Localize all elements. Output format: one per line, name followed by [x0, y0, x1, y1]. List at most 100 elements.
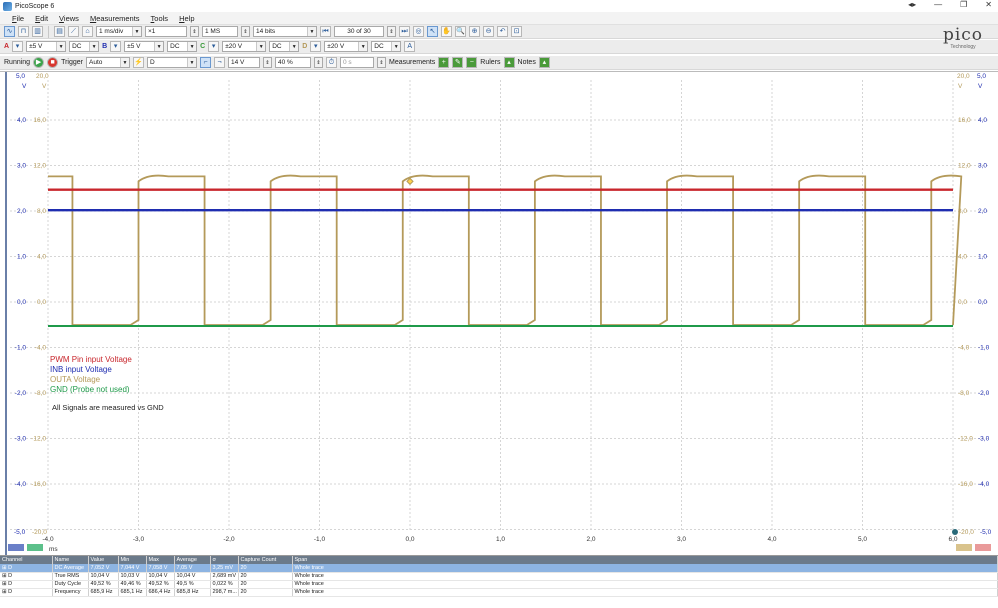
channel-a-options-icon[interactable]: ▾	[12, 41, 24, 52]
falling-edge-icon[interactable]: ¬	[214, 57, 225, 68]
delay-field[interactable]: 0 s	[340, 57, 374, 68]
scope-mode-icon[interactable]: ∿	[4, 26, 15, 37]
table-row[interactable]: ⊞ D Duty Cycle 49,52 % 49,46 % 49,52 % 49,5 %…	[0, 580, 998, 589]
spectrum-view-icon[interactable]: ▤	[54, 26, 65, 37]
stop-icon[interactable]: ■	[47, 57, 59, 68]
channel-b-options-icon[interactable]: ▾	[110, 41, 122, 52]
y-tick-label-a: 4,0	[17, 117, 26, 124]
table-row[interactable]: ⊞ D DC Average 7,052 V 7,044 V 7,058 V 7,05 V…	[0, 564, 998, 573]
y-tick-label-a: -3,0	[15, 436, 27, 443]
undo-zoom-icon[interactable]: ↶	[497, 26, 508, 37]
y-tick-label-c: 12,0	[33, 163, 46, 170]
table-row[interactable]: ⊞ D Frequency 685,9 Hz 685,1 Hz 686,4 Hz 685,…	[0, 588, 998, 597]
trigger-level-field[interactable]: 14 V	[228, 57, 260, 68]
resolution-select[interactable]: 14 bits ▼	[253, 26, 317, 37]
multiplier-spinner[interactable]: ⇕	[190, 26, 199, 37]
zoom-icon[interactable]: 🔍	[455, 26, 466, 37]
trigger-mode: Auto	[89, 59, 103, 66]
capture-index-field[interactable]: 30 of 30	[334, 26, 384, 37]
chevron-down-icon: ▼	[187, 58, 196, 67]
scope-view[interactable]: 4,0 3,0 2,0 1,0 0,0 -1,0 -2,0 -3,0 -4,0 16,0 12,0 8…	[0, 71, 998, 556]
samples-spinner[interactable]: ⇕	[241, 26, 250, 37]
channel-a-range-select[interactable]: ±5 V ▼	[26, 41, 67, 52]
table-cell: 0,022 %	[210, 580, 239, 589]
channel-d-label: D	[302, 43, 308, 50]
column-header[interactable]: Capture Count	[238, 556, 293, 564]
pointer-tool-icon[interactable]: ↖	[427, 26, 438, 37]
column-header[interactable]: σ	[210, 556, 239, 564]
rulers-toggle-icon[interactable]: ▴	[503, 57, 515, 68]
y-tick-label-b-right: 0,0	[978, 299, 987, 306]
y-tick-label-a: 3,0	[17, 163, 26, 170]
hand-tool-icon[interactable]: ✋	[441, 26, 452, 37]
auto-setup-icon[interactable]: A	[404, 41, 416, 52]
zoom-multiplier-select[interactable]: ×1	[145, 26, 187, 37]
channel-c-options-icon[interactable]: ▾	[208, 41, 220, 52]
menu-edit[interactable]: Edit	[35, 14, 48, 23]
rising-edge-icon[interactable]: ⌐	[200, 57, 211, 68]
samples-select[interactable]: 1 MS	[202, 26, 238, 37]
trigger-mode-select[interactable]: Auto ▼	[86, 57, 130, 68]
close-icon[interactable]: ✕	[985, 0, 992, 9]
y-tick-label-a: 1,0	[17, 254, 26, 261]
channel-d-options-icon[interactable]: ▾	[310, 41, 322, 52]
measurement-note: All Signals are measured vs GND	[52, 403, 164, 412]
column-header[interactable]: Max	[146, 556, 175, 564]
buffer-navigator-icon[interactable]: ◎	[413, 26, 424, 37]
timebase-select[interactable]: 1 ms/div ▼	[96, 26, 142, 37]
bottom-right-range-c: -20,0	[959, 529, 974, 536]
menu-views[interactable]: Views	[59, 14, 79, 23]
column-header[interactable]: Value	[88, 556, 119, 564]
spectrum-mode-icon[interactable]: ▥	[32, 26, 43, 37]
pretrigger-field[interactable]: 40 %	[275, 57, 311, 68]
legend-item-pwm: PWM Pin input Voltage	[50, 355, 132, 364]
maximize-icon[interactable]: ❐	[960, 0, 967, 9]
y-tick-label-c: -4,0	[35, 345, 47, 352]
channel-c-range-select[interactable]: ±20 V ▼	[222, 41, 267, 52]
menu-measurements[interactable]: Measurements	[90, 14, 140, 23]
trigger-source-select[interactable]: D ▼	[147, 57, 197, 68]
scope-graph[interactable]: 4,0 3,0 2,0 1,0 0,0 -1,0 -2,0 -3,0 -4,0 16,0 12,0 8…	[0, 72, 998, 556]
column-header[interactable]: Channel	[0, 556, 53, 564]
y-tick-label-b-right: 4,0	[978, 117, 987, 124]
table-cell: Duty Cycle	[52, 580, 89, 589]
capture-spinner[interactable]: ⇕	[387, 26, 396, 37]
trigger-level-spinner[interactable]: ⇕	[263, 57, 272, 68]
menu-help[interactable]: Help	[179, 14, 194, 23]
delete-measurement-icon[interactable]: −	[466, 57, 478, 68]
table-row[interactable]: ⊞ D True RMS 10,04 V 10,03 V 10,04 V 10,04 V2…	[0, 572, 998, 581]
table-cell: 20	[238, 572, 293, 581]
channel-b-range-select[interactable]: ±5 V ▼	[124, 41, 165, 52]
restore-arrows-icon[interactable]: ◂▸	[908, 0, 916, 9]
first-capture-icon[interactable]: ⏮	[320, 26, 331, 37]
column-header[interactable]: Min	[118, 556, 147, 564]
channel-d-coupling-select[interactable]: DC ▼	[371, 41, 402, 52]
zoom-fit-icon[interactable]: ⊡	[511, 26, 522, 37]
edit-measurement-icon[interactable]: ✎	[452, 57, 464, 68]
channel-d-range: ±20 V	[327, 43, 345, 50]
start-icon[interactable]: ▶	[33, 57, 45, 68]
menu-tools[interactable]: Tools	[151, 14, 169, 23]
probe-icon[interactable]: ⟋	[68, 26, 79, 37]
channel-b-coupling-select[interactable]: DC ▼	[167, 41, 198, 52]
zoom-out-icon[interactable]: ⊖	[483, 26, 494, 37]
channel-d-range-select[interactable]: ±20 V ▼	[324, 41, 369, 52]
advanced-trigger-icon[interactable]: ⚡	[133, 57, 144, 68]
add-measurement-icon[interactable]: +	[438, 57, 450, 68]
column-header[interactable]: Span	[292, 556, 998, 564]
menu-file[interactable]: File	[12, 14, 24, 23]
persistence-mode-icon[interactable]: ⊓	[18, 26, 29, 37]
notes-toggle-icon[interactable]: ▴	[538, 57, 550, 68]
channel-a-coupling-select[interactable]: DC ▼	[69, 41, 100, 52]
zoom-in-icon[interactable]: ⊕	[469, 26, 480, 37]
delay-icon[interactable]: ⏱	[326, 57, 337, 68]
minimize-icon[interactable]: —	[934, 0, 942, 9]
home-icon[interactable]: ⌂	[82, 26, 93, 37]
channel-a-range: ±5 V	[29, 43, 43, 50]
next-capture-icon[interactable]: ⏭	[399, 26, 410, 37]
pretrigger-spinner[interactable]: ⇕	[314, 57, 323, 68]
channel-c-coupling-select[interactable]: DC ▼	[269, 41, 300, 52]
column-header[interactable]: Name	[52, 556, 89, 564]
delay-spinner[interactable]: ⇕	[377, 57, 386, 68]
column-header[interactable]: Average	[174, 556, 211, 564]
